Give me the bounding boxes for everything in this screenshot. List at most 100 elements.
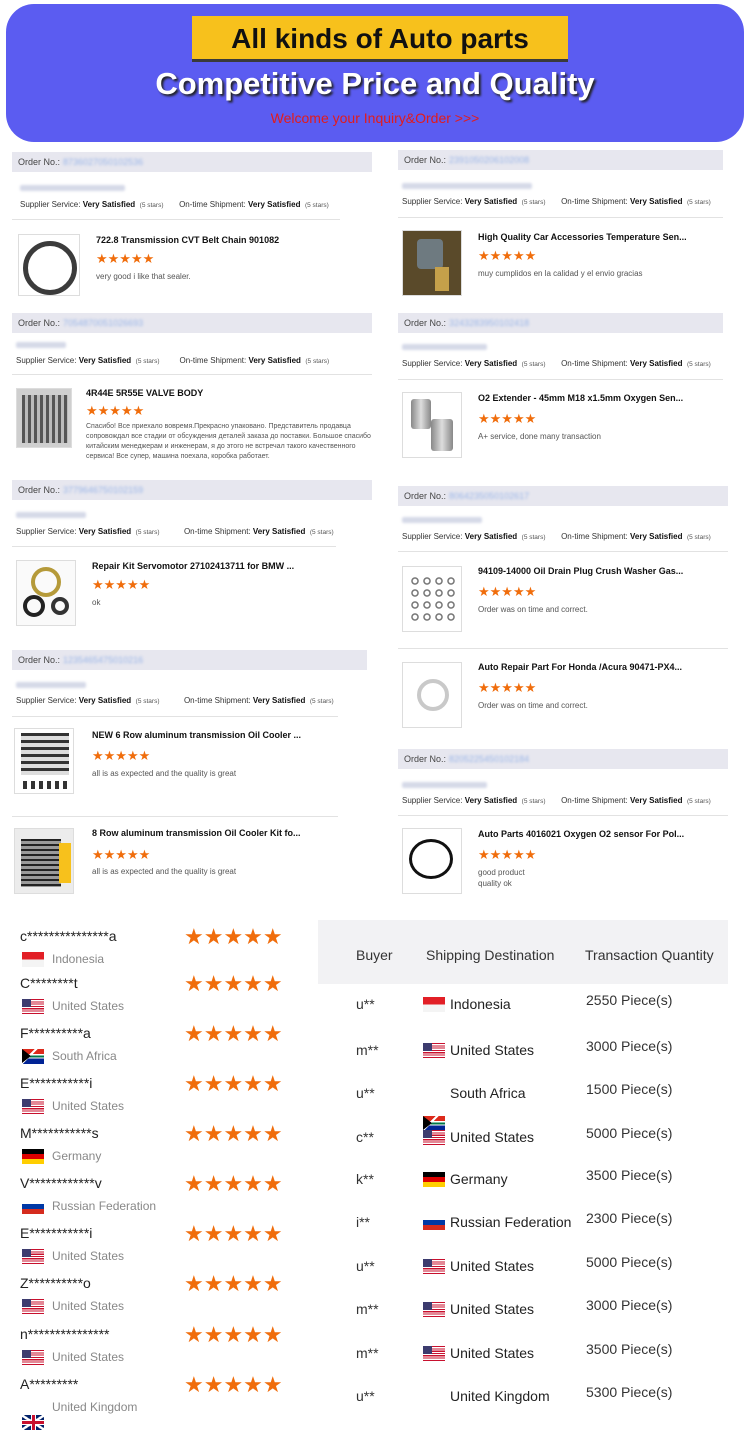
order-number-bar: Order No.: 1235465475010216	[12, 650, 367, 670]
order-no-value[interactable]: 8064235050102617	[449, 486, 529, 506]
order-no-value[interactable]: 3243283950102418	[449, 313, 529, 333]
rating-stars: ★★★★★	[478, 411, 537, 426]
flag-de-icon	[423, 1172, 445, 1187]
transaction-quantity: 1500 Piece(s)	[586, 1081, 673, 1097]
buyer-name: A*********	[20, 1376, 79, 1392]
buyer-country: Russian Federation	[52, 1199, 157, 1213]
buyer-country: United States	[52, 1350, 125, 1364]
product-image[interactable]	[402, 392, 462, 458]
rating-stars: ★★★★★	[96, 251, 155, 266]
order-no-value[interactable]: 3779646750102159	[63, 480, 143, 500]
transaction-buyer: m**	[356, 1345, 379, 1361]
order-number-bar: Order No.: 3779646750102159	[12, 480, 372, 500]
buyer-info-blurred	[16, 512, 86, 518]
banner-title-box: All kinds of Auto parts	[192, 16, 568, 62]
header-buyer: Buyer	[356, 947, 393, 963]
flag-us-icon	[22, 1299, 44, 1314]
product-title[interactable]: Auto Parts 4016021 Oxygen O2 sensor For …	[478, 829, 723, 839]
product-title[interactable]: 4R44E 5R55E VALVE BODY	[86, 388, 366, 398]
product-title[interactable]: NEW 6 Row aluminum transmission Oil Cool…	[92, 730, 332, 740]
buyer-name: M***********s	[20, 1125, 99, 1141]
rating-stars: ★★★★★	[92, 847, 151, 862]
buyer-feedback: Order was on time and correct.	[478, 701, 588, 710]
product-image[interactable]	[18, 234, 80, 296]
product-title[interactable]: 8 Row aluminum transmission Oil Cooler K…	[92, 828, 332, 838]
product-image[interactable]	[402, 662, 462, 728]
rating-stars: ★★★★★	[184, 971, 283, 996]
order-no-value[interactable]: 2391050206102008	[449, 150, 529, 170]
banner-subtitle: Competitive Price and Quality	[155, 66, 595, 101]
divider	[398, 551, 728, 552]
flag-us-icon	[22, 1249, 44, 1264]
buyer-feedback: good product quality ok	[478, 868, 525, 888]
rating-stars: ★★★★★	[478, 584, 537, 599]
buyer-feedback: Order was on time and correct.	[478, 605, 588, 614]
product-title[interactable]: 722.8 Transmission CVT Belt Chain 901082	[96, 235, 336, 245]
order-number-bar: Order No.: 3243283950102418	[398, 313, 723, 333]
shipping-destination: Indonesia	[450, 996, 511, 1012]
product-title[interactable]: 94109-14000 Oil Drain Plug Crush Washer …	[478, 566, 723, 576]
shipping-destination: United States	[450, 1042, 535, 1058]
buyer-feedback: muy cumplidos en la calidad y el envio g…	[478, 269, 643, 278]
buyer-feedback: A+ service, done many transaction	[478, 432, 601, 441]
transaction-buyer: u**	[356, 1388, 375, 1404]
supplier-rating-row: Supplier Service: Very Satisfied (5 star…	[20, 200, 329, 209]
order-no-value[interactable]: 8205225450102184	[449, 749, 529, 769]
buyer-country: United States	[52, 1099, 125, 1113]
flag-ru-icon	[22, 1199, 44, 1214]
buyer-info-blurred	[16, 682, 86, 688]
buyer-feedback: all is as expected and the quality is gr…	[92, 867, 237, 876]
product-title[interactable]: Repair Kit Servomotor 27102413711 for BM…	[92, 561, 332, 571]
flag-de-icon	[22, 1149, 44, 1164]
buyer-feedback: Спасибо! Все приехало вовремя.Прекрасно …	[86, 423, 371, 460]
product-image[interactable]	[14, 728, 74, 794]
rating-stars: ★★★★★	[184, 1071, 283, 1096]
supplier-rating-row: Supplier Service: Very Satisfied (5 star…	[402, 532, 711, 541]
supplier-rating-row: Supplier Service: Very Satisfied (5 star…	[402, 796, 711, 805]
transaction-quantity: 5300 Piece(s)	[586, 1384, 673, 1400]
shipping-destination: Germany	[450, 1171, 508, 1187]
product-image[interactable]	[402, 230, 462, 296]
rating-stars: ★★★★★	[184, 1171, 283, 1196]
flag-us-icon	[423, 1259, 445, 1274]
order-no-value[interactable]: 1235465475010216	[63, 650, 143, 670]
flag-us-icon	[423, 1043, 445, 1058]
rating-stars: ★★★★★	[92, 577, 151, 592]
product-title[interactable]: Auto Repair Part For Honda /Acura 90471-…	[478, 662, 723, 672]
product-image[interactable]	[16, 560, 76, 626]
product-image[interactable]	[16, 388, 72, 448]
shipping-destination: United States	[450, 1129, 535, 1145]
supplier-rating-row: Supplier Service: Very Satisfied (5 star…	[16, 527, 334, 536]
rating-stars: ★★★★★	[478, 680, 537, 695]
buyer-feedback: very good i like that sealer.	[96, 272, 191, 281]
buyer-country: United States	[52, 1249, 125, 1263]
flag-za-icon	[423, 1116, 445, 1131]
inquiry-link[interactable]: Welcome your Inquiry&Order >>>	[0, 110, 750, 126]
buyer-country: United States	[52, 999, 125, 1013]
buyer-feedback: ok	[92, 598, 101, 607]
transaction-quantity: 3000 Piece(s)	[586, 1297, 673, 1313]
buyer-country: United Kingdom	[52, 1400, 138, 1414]
divider	[398, 217, 723, 218]
transaction-quantity: 5000 Piece(s)	[586, 1125, 673, 1141]
transaction-buyer: u**	[356, 996, 375, 1012]
product-title[interactable]: O2 Extender - 45mm M18 x1.5mm Oxygen Sen…	[478, 393, 723, 403]
transaction-quantity: 5000 Piece(s)	[586, 1254, 673, 1270]
transaction-buyer: u**	[356, 1258, 375, 1274]
divider	[398, 379, 723, 380]
product-image[interactable]	[402, 828, 462, 894]
flag-id-icon	[22, 952, 44, 967]
order-no-label: Order No.:	[18, 157, 61, 167]
order-no-value[interactable]: 8736027050102536	[63, 152, 143, 172]
flag-ru-icon	[423, 1215, 445, 1230]
product-title[interactable]: High Quality Car Accessories Temperature…	[478, 232, 723, 242]
rating-stars: ★★★★★	[184, 1271, 283, 1296]
rating-stars: ★★★★★	[478, 248, 537, 263]
order-no-value[interactable]: 7054870051026693	[63, 313, 143, 333]
flag-us-icon	[22, 1350, 44, 1365]
supplier-rating-row: Supplier Service: Very Satisfied (5 star…	[16, 356, 330, 365]
product-image[interactable]	[14, 828, 74, 894]
buyer-info-blurred	[20, 185, 125, 191]
product-image[interactable]	[402, 566, 462, 632]
shipping-destination: South Africa	[450, 1085, 526, 1101]
